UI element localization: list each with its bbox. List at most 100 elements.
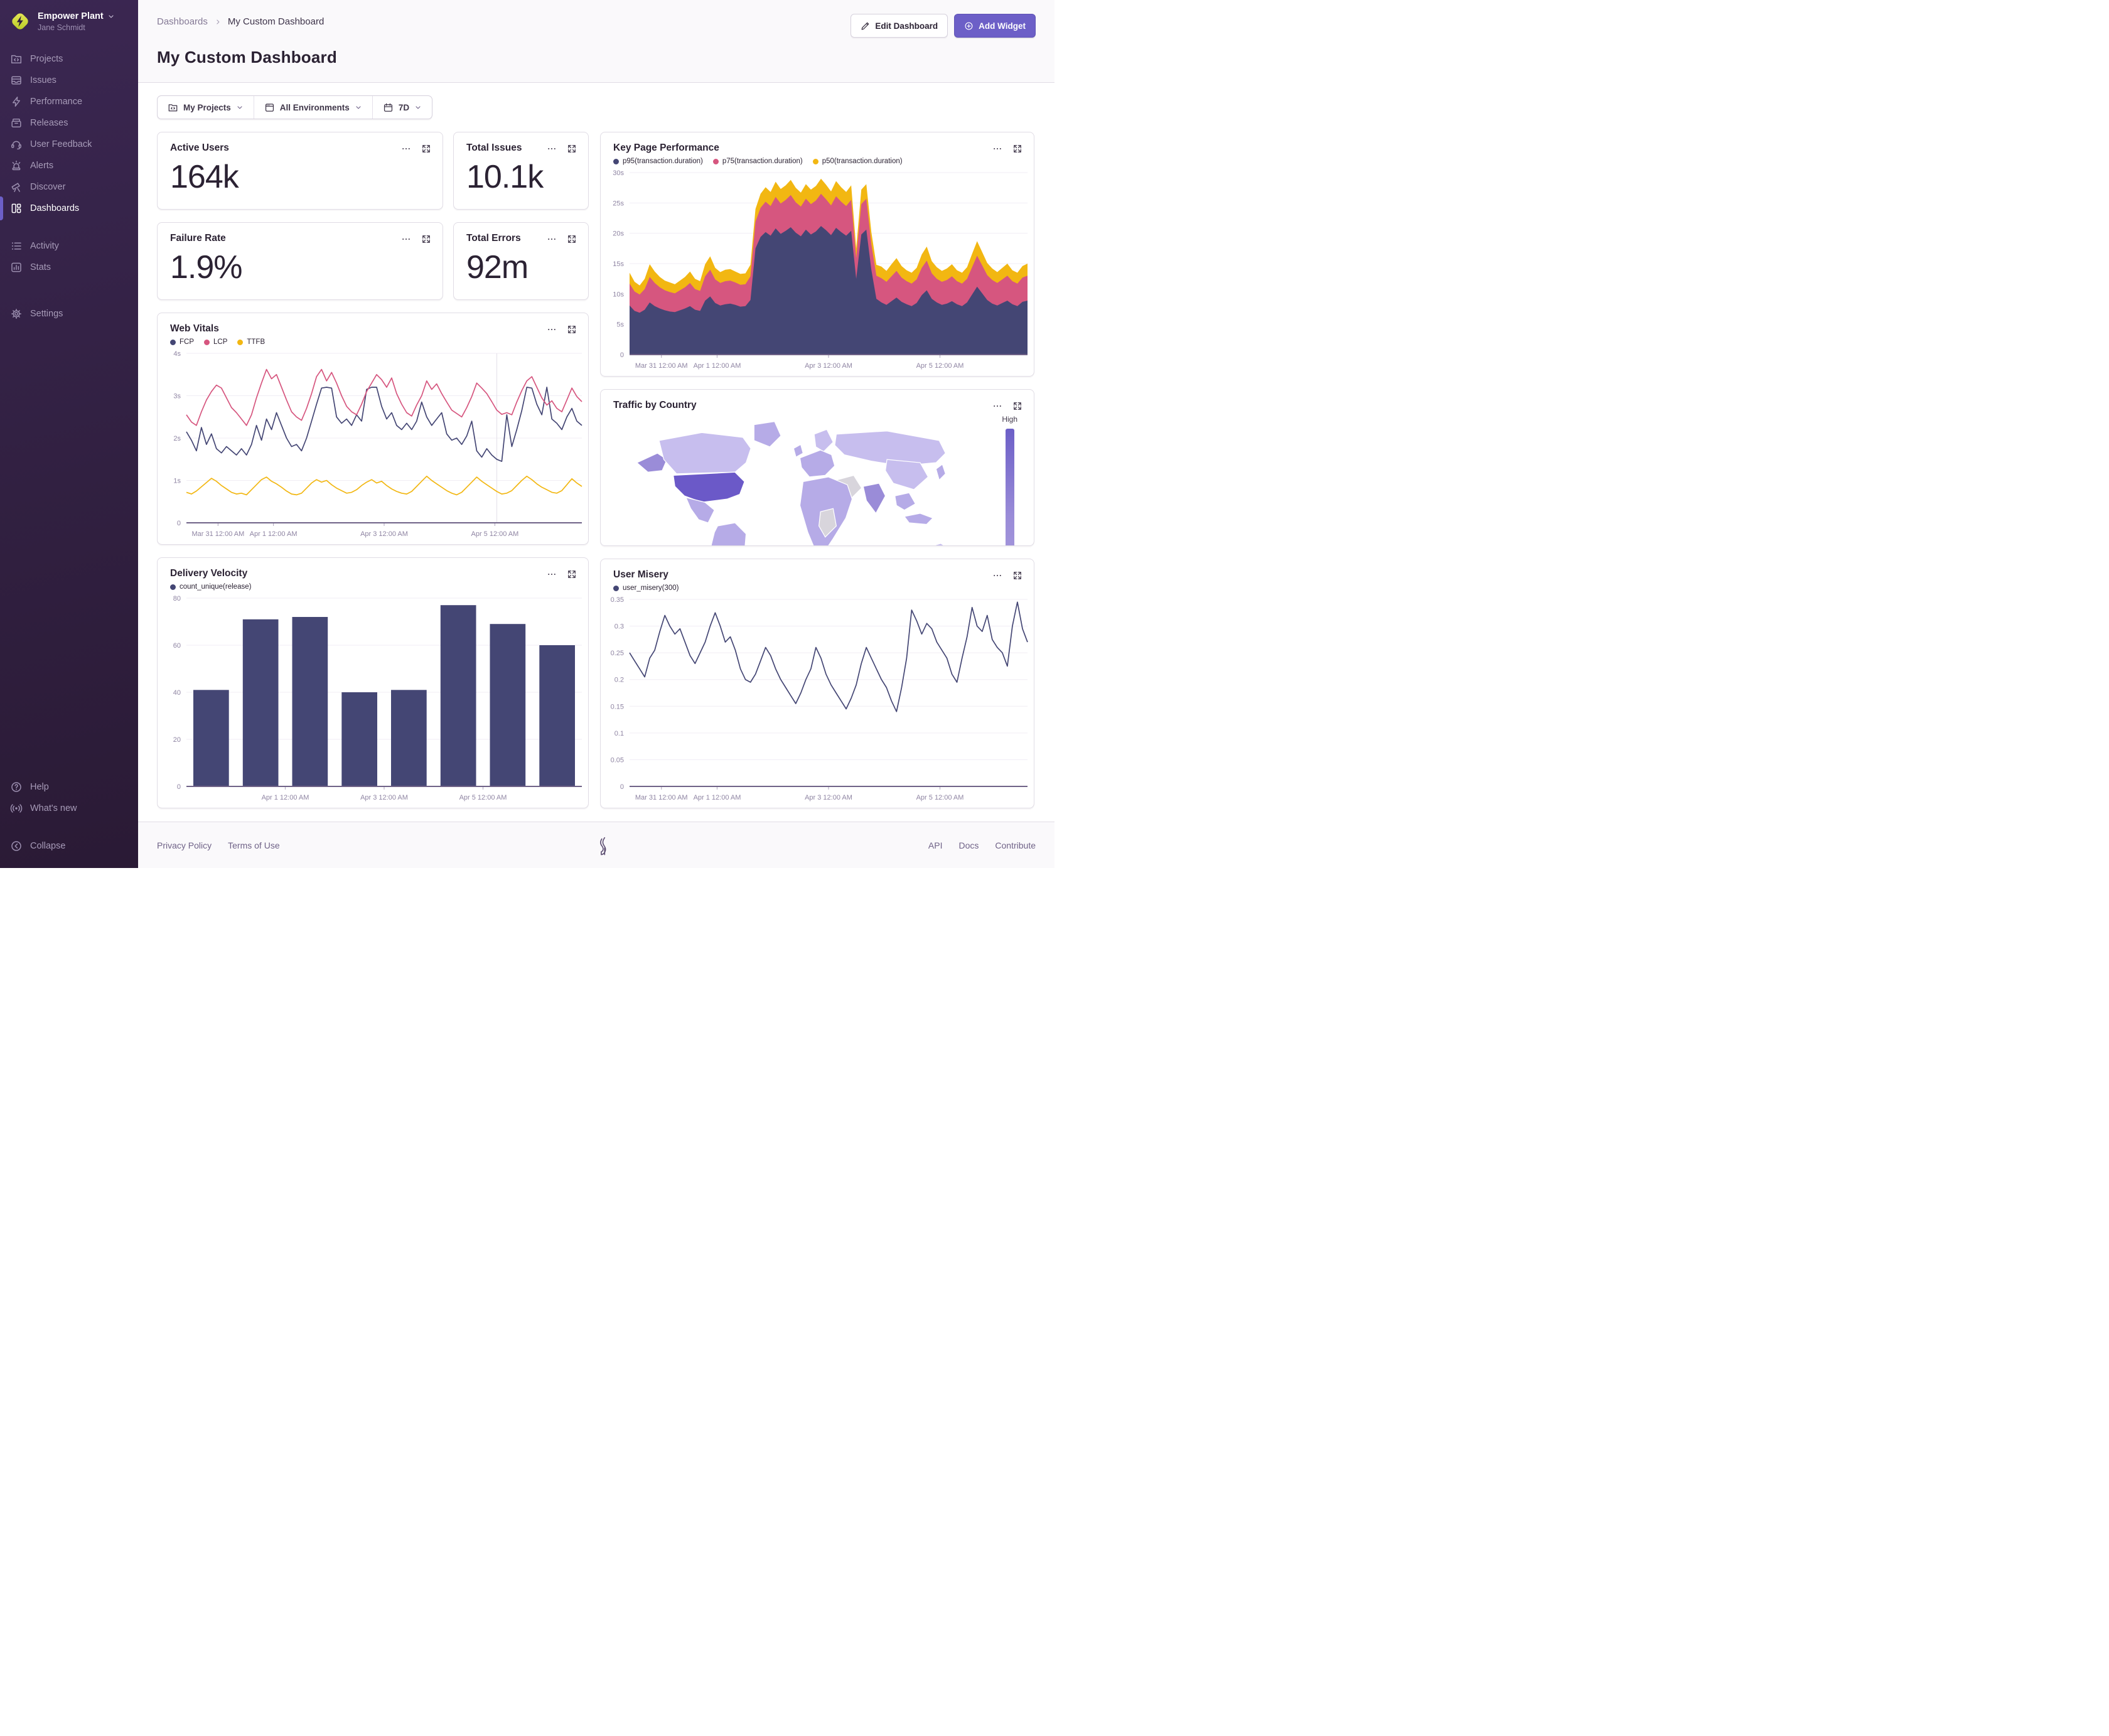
footer-link-contribute[interactable]: Contribute: [995, 840, 1036, 850]
legend-dot: [170, 584, 176, 590]
map-region-india[interactable]: [862, 483, 886, 515]
ellipsis-menu-icon[interactable]: [992, 401, 1002, 411]
ellipsis-menu-icon[interactable]: [992, 144, 1002, 154]
legend-item[interactable]: count_unique(release): [170, 583, 251, 591]
sidebar-item-settings[interactable]: Settings: [9, 303, 129, 324]
delivery-velocity-chart[interactable]: 0 20 40 60 80 Apr 1 12:00 AM Apr 3 12:00 AM Apr…: [158, 591, 588, 808]
sidebar-item-issues[interactable]: Issues: [9, 70, 129, 91]
edit-dashboard-button[interactable]: Edit Dashboard: [851, 14, 948, 38]
map-region-alaska[interactable]: [636, 453, 668, 473]
ellipsis-menu-icon[interactable]: [401, 144, 411, 154]
legend-item[interactable]: TTFB: [237, 338, 265, 346]
expand-icon[interactable]: [421, 144, 431, 154]
sidebar-item-collapse[interactable]: Collapse: [9, 835, 129, 857]
map-region-europe[interactable]: [799, 449, 835, 478]
svg-text:0.1: 0.1: [614, 730, 624, 737]
key-page-performance-chart[interactable]: 0 5s 10s 15s 20s 25s 30s Mar 31 12:00 AM Apr 1 1…: [601, 165, 1034, 376]
ellipsis-menu-icon[interactable]: [547, 234, 557, 244]
map-region-australia[interactable]: [917, 543, 957, 546]
web-vitals-chart[interactable]: 0 1s 2s 3s 4s Mar 31 12:00 AM Apr 1 12:00 AM Ap…: [158, 346, 588, 544]
project-filter[interactable]: My Projects: [158, 96, 254, 119]
footer-link-terms-of-use[interactable]: Terms of Use: [228, 840, 279, 850]
sidebar-item-alerts[interactable]: Alerts: [9, 155, 129, 176]
ellipsis-menu-icon[interactable]: [992, 571, 1002, 581]
page-header: Dashboards My Custom Dashboard Edit Dash…: [138, 0, 1054, 83]
legend-item[interactable]: FCP: [170, 338, 194, 346]
widget-key-page-performance: Key Page Performance p95(transaction.dur…: [600, 132, 1034, 377]
widget-title: Total Errors: [466, 233, 521, 244]
sidebar-item-label: What's new: [30, 803, 77, 813]
footer-link-api[interactable]: API: [928, 840, 943, 850]
ellipsis-menu-icon[interactable]: [547, 144, 557, 154]
expand-icon[interactable]: [567, 324, 577, 335]
settings-icon: [10, 308, 23, 320]
sidebar-item-label: Performance: [30, 96, 83, 107]
legend-item[interactable]: p95(transaction.duration): [613, 158, 703, 165]
environment-filter[interactable]: All Environments: [253, 96, 372, 119]
expand-icon[interactable]: [1012, 401, 1022, 411]
sidebar-item-user-feedback[interactable]: User Feedback: [9, 134, 129, 155]
sidebar-item-label: Activity: [30, 240, 59, 251]
map-region-canada[interactable]: [658, 432, 751, 474]
ellipsis-menu-icon[interactable]: [547, 569, 557, 579]
world-map[interactable]: [626, 414, 990, 546]
ellipsis-menu-icon[interactable]: [547, 324, 557, 335]
legend-item[interactable]: p50(transaction.duration): [812, 158, 903, 165]
map-region-indonesia[interactable]: [903, 513, 934, 525]
footer-link-privacy-policy[interactable]: Privacy Policy: [157, 840, 212, 850]
map-region-greenland[interactable]: [753, 421, 781, 447]
widget-title: Delivery Velocity: [170, 568, 248, 579]
folder-code-icon: [168, 102, 178, 113]
stats-icon: [10, 261, 23, 274]
ellipsis-menu-icon[interactable]: [401, 234, 411, 244]
svg-text:0.05: 0.05: [611, 756, 624, 764]
footer: Privacy Policy Terms of Use API Docs Contri…: [138, 822, 1054, 868]
map-region-united-states[interactable]: [672, 471, 745, 503]
widget-title: Total Issues: [466, 142, 522, 153]
sidebar-item-activity[interactable]: Activity: [9, 235, 129, 257]
sidebar-item-projects[interactable]: Projects: [9, 48, 129, 70]
map-region-south-america[interactable]: [711, 522, 747, 546]
svg-text:40: 40: [173, 689, 181, 697]
sidebar-item-dashboards[interactable]: Dashboards: [0, 196, 129, 220]
user-misery-chart[interactable]: 0 0.05 0.1 0.15 0.2 0.25 0.3 0.35 Mar 31 12:00 A…: [601, 592, 1034, 808]
sidebar-item-what-s-new[interactable]: What's new: [9, 798, 129, 819]
expand-icon[interactable]: [1012, 144, 1022, 154]
expand-icon[interactable]: [567, 234, 577, 244]
org-switcher[interactable]: Empower Plant Jane Schmidt: [9, 10, 129, 33]
legend-dot: [204, 339, 210, 345]
footer-right-links: API Docs Contribute: [928, 840, 1036, 850]
map-region-uk[interactable]: [793, 444, 804, 458]
sidebar-item-discover[interactable]: Discover: [9, 176, 129, 198]
sidebar-item-releases[interactable]: Releases: [9, 112, 129, 134]
svg-text:0.15: 0.15: [611, 703, 624, 710]
map-region-scandinavia[interactable]: [813, 429, 834, 453]
svg-text:20s: 20s: [613, 230, 624, 238]
footer-left-links: Privacy Policy Terms of Use: [157, 840, 280, 850]
legend-item[interactable]: p75(transaction.duration): [712, 158, 803, 165]
sidebar-item-stats[interactable]: Stats: [9, 257, 129, 278]
map-region-se-asia[interactable]: [894, 492, 916, 511]
sidebar-item-performance[interactable]: Performance: [9, 91, 129, 112]
legend-item[interactable]: user_misery(300): [613, 584, 679, 592]
legend-label: FCP: [180, 338, 194, 346]
breadcrumb-dashboards-link[interactable]: Dashboards: [157, 16, 208, 27]
add-widget-button[interactable]: Add Widget: [954, 14, 1036, 38]
expand-icon[interactable]: [1012, 571, 1022, 581]
map-region-japan[interactable]: [935, 463, 947, 481]
sentry-logo-icon: [596, 836, 612, 855]
sidebar-item-help[interactable]: Help: [9, 776, 129, 798]
svg-text:Apr 1 12:00 AM: Apr 1 12:00 AM: [250, 530, 298, 538]
expand-icon[interactable]: [421, 234, 431, 244]
window-icon: [264, 102, 275, 113]
date-range-filter[interactable]: 7D: [372, 96, 432, 119]
collapse-icon: [10, 840, 23, 852]
svg-text:Apr 3 12:00 AM: Apr 3 12:00 AM: [360, 530, 408, 538]
expand-icon[interactable]: [567, 569, 577, 579]
expand-icon[interactable]: [567, 144, 577, 154]
svg-text:Apr 1 12:00 AM: Apr 1 12:00 AM: [694, 362, 741, 370]
footer-link-docs[interactable]: Docs: [959, 840, 979, 850]
legend-item[interactable]: LCP: [204, 338, 227, 346]
broadcast-icon: [10, 802, 23, 815]
releases-icon: [10, 117, 23, 129]
